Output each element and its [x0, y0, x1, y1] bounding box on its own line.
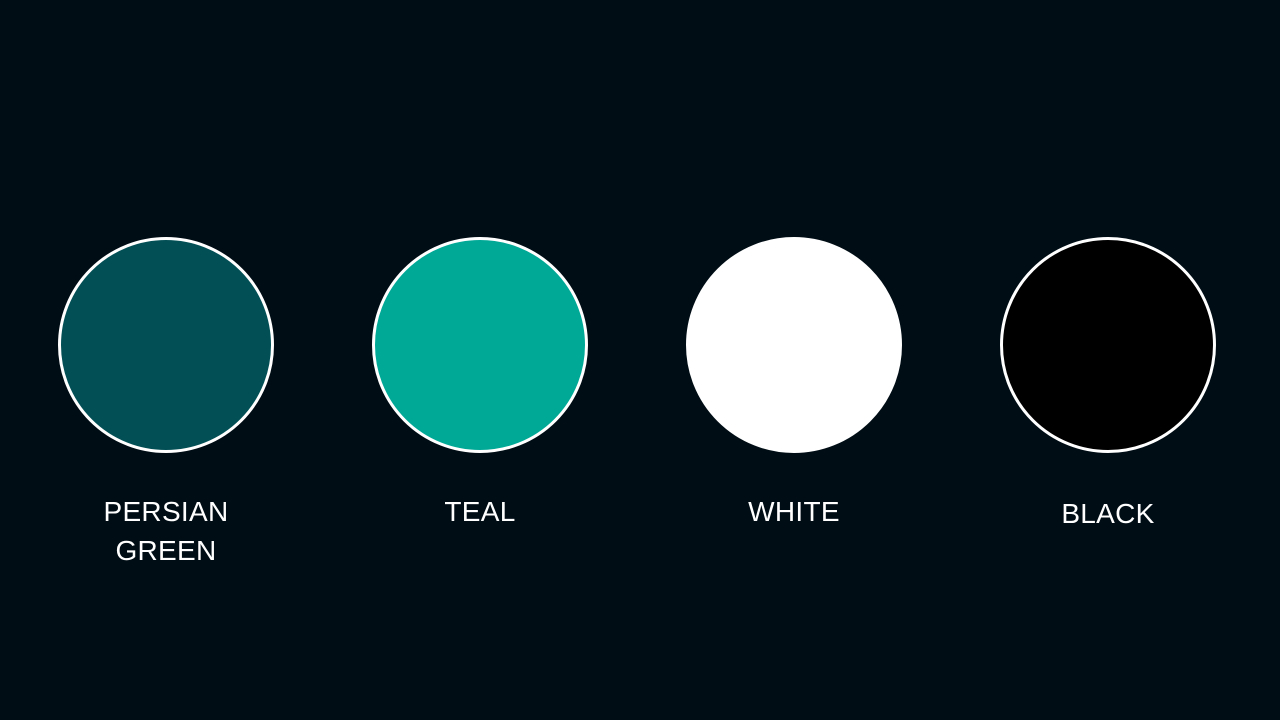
- black-label-line-1: BLACK: [1061, 498, 1155, 529]
- persian-green-circle: [58, 237, 274, 453]
- persian-green-label-line-1: PERSIAN: [103, 496, 229, 527]
- white-circle: [686, 237, 902, 453]
- swatch-persian-green: PERSIAN GREEN: [36, 0, 296, 720]
- black-label: BLACK: [978, 494, 1238, 533]
- black-circle: [1000, 237, 1216, 453]
- white-label-line-1: WHITE: [748, 496, 840, 527]
- teal-circle: [372, 237, 588, 453]
- swatch-white: WHITE: [664, 0, 924, 720]
- white-label: WHITE: [664, 492, 924, 531]
- teal-label: TEAL: [350, 492, 610, 531]
- swatch-teal: TEAL: [350, 0, 610, 720]
- swatch-black: BLACK: [978, 0, 1238, 720]
- persian-green-label-line-2: GREEN: [115, 535, 217, 566]
- persian-green-label: PERSIAN GREEN: [36, 492, 296, 570]
- teal-label-line-1: TEAL: [444, 496, 516, 527]
